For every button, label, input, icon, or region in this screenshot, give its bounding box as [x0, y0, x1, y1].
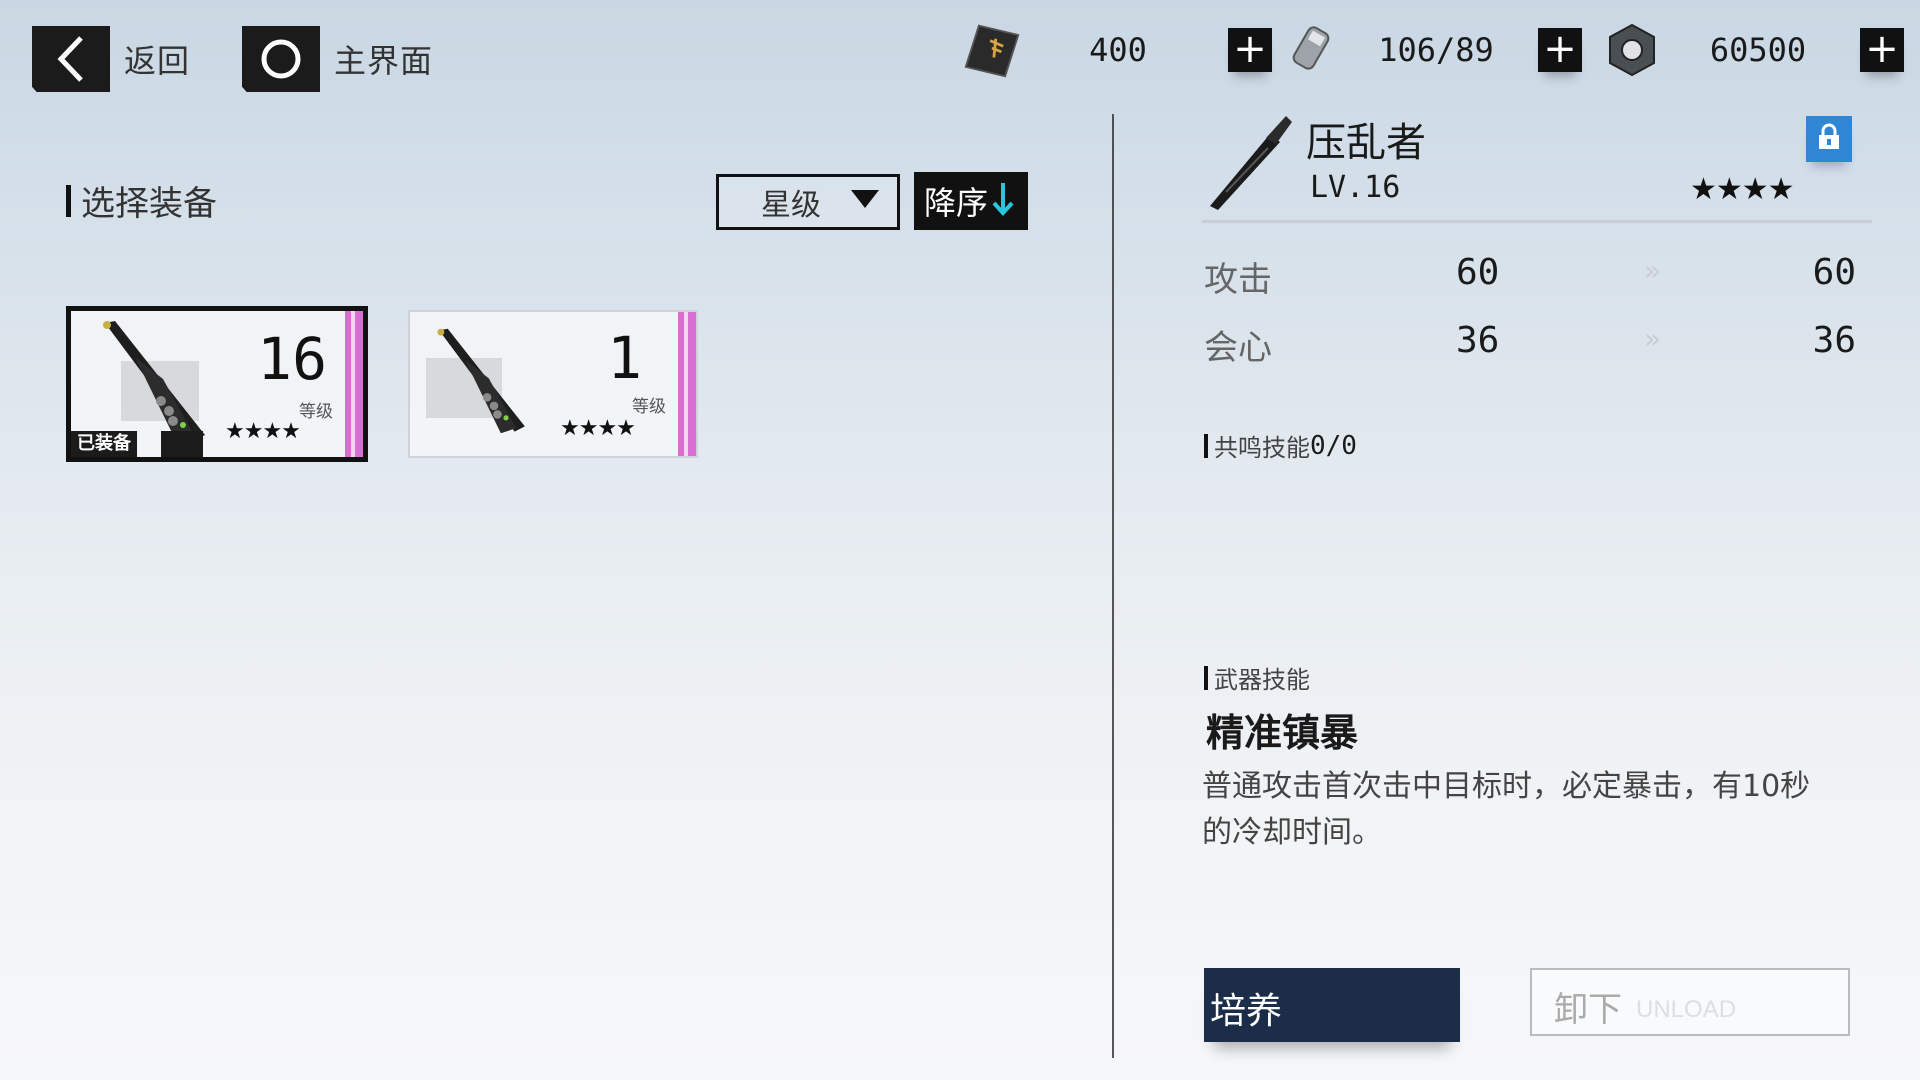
home-button[interactable]: 主界面 [242, 26, 433, 92]
rarity-stripe [678, 312, 696, 456]
skill-name: 精准镇暴 [1206, 711, 1359, 755]
resonance-label: 共鸣技能 [1214, 434, 1310, 462]
add-battery-button[interactable]: + [1538, 28, 1582, 72]
section-marker [1204, 433, 1208, 458]
skill-desc-line: 普通攻击首次击中目标时，必定暴击，有10秒 [1202, 769, 1811, 804]
weapon-skill-header: 武器技能 [1204, 660, 1310, 695]
currency-tickets: 400 + [962, 24, 1272, 78]
home-circle-icon [242, 26, 320, 92]
currency-battery-value: 106/89 [1378, 31, 1494, 69]
hex-nut-icon [1602, 20, 1662, 80]
currency-tickets-value: 400 [1089, 31, 1147, 69]
arrow-down-icon [992, 181, 1014, 221]
stat-label: 攻击 [1204, 260, 1272, 300]
lock-icon [1816, 123, 1842, 155]
header-underline [1202, 220, 1872, 223]
stat-current: 36 [1456, 320, 1500, 361]
double-chevron-icon: » [1644, 254, 1662, 287]
unload-label: 卸下 [1554, 990, 1622, 1030]
card-level: 16 [257, 325, 327, 393]
equipment-card-1[interactable]: 16 等级 ★★★★ 已装备 [66, 306, 368, 462]
card-stars: ★★★★ [225, 419, 301, 444]
stat-row-crit: 会心 36 » 36 [1204, 314, 1856, 370]
sort-select-value: 星级 [761, 188, 821, 223]
weapon-skill-label: 武器技能 [1214, 666, 1310, 694]
sort-order-label: 降序 [924, 184, 989, 222]
unload-button[interactable]: 卸下 UNLOAD [1530, 968, 1850, 1036]
equipment-card-2[interactable]: 1 等级 ★★★★ [408, 310, 698, 458]
currency-nuts: 60500 + [1602, 23, 1904, 77]
dropdown-arrow-icon [851, 190, 879, 214]
blade-weapon-icon [422, 316, 542, 450]
stat-current: 60 [1456, 252, 1500, 293]
sort-select[interactable]: 星级 [716, 174, 900, 230]
currency-battery: 106/89 + [1284, 24, 1582, 76]
section-marker [1204, 665, 1208, 690]
equipped-badge: 已装备 [71, 431, 137, 457]
back-label: 返回 [124, 42, 191, 80]
unload-sub-label: UNLOAD [1636, 996, 1737, 1023]
skill-description: 普通攻击首次击中目标时，必定暴击，有10秒 的冷却时间。 [1202, 764, 1862, 856]
card-stars: ★★★★ [560, 416, 636, 441]
home-label: 主界面 [334, 42, 434, 80]
weapon-name: 压乱者 [1306, 120, 1426, 166]
add-nuts-button[interactable]: + [1860, 28, 1904, 72]
panel-divider [1112, 114, 1114, 1058]
card-level-label: 等级 [632, 397, 666, 417]
weapon-stars: ★★★★ [1690, 172, 1795, 207]
back-button[interactable]: 返回 [32, 26, 190, 92]
card-level-label: 等级 [299, 402, 333, 422]
equipped-badge-tail [161, 431, 203, 457]
stat-row-attack: 攻击 60 » 60 [1204, 246, 1856, 302]
lock-button[interactable] [1806, 116, 1852, 162]
select-equipment-label: 选择装备 [81, 184, 217, 224]
weapon-blade-icon [1206, 112, 1300, 216]
resonance-value: 0/0 [1310, 430, 1357, 461]
resonance-skill-header: 共鸣技能 0/0 [1204, 428, 1357, 463]
rarity-stripe [345, 311, 363, 457]
select-equipment-title: 选择装备 [66, 176, 217, 225]
currency-nuts-value: 60500 [1709, 31, 1807, 69]
weapon-ticket-icon [962, 20, 1022, 80]
train-button[interactable]: 培养 [1204, 968, 1460, 1042]
chevron-left-icon [32, 26, 110, 92]
weapon-level: LV.16 [1310, 170, 1401, 205]
stat-next: 36 [1812, 320, 1856, 361]
train-label: 培养 [1210, 991, 1283, 1032]
add-tickets-button[interactable]: + [1228, 28, 1272, 72]
sort-order-button[interactable]: 降序 [914, 172, 1028, 230]
card-level: 1 [607, 324, 642, 392]
double-chevron-icon: » [1644, 322, 1662, 355]
skill-desc-line: 的冷却时间。 [1202, 815, 1382, 850]
stat-next: 60 [1812, 252, 1856, 293]
battery-icon [1284, 20, 1344, 80]
section-marker [66, 184, 71, 217]
stat-label: 会心 [1204, 328, 1272, 368]
